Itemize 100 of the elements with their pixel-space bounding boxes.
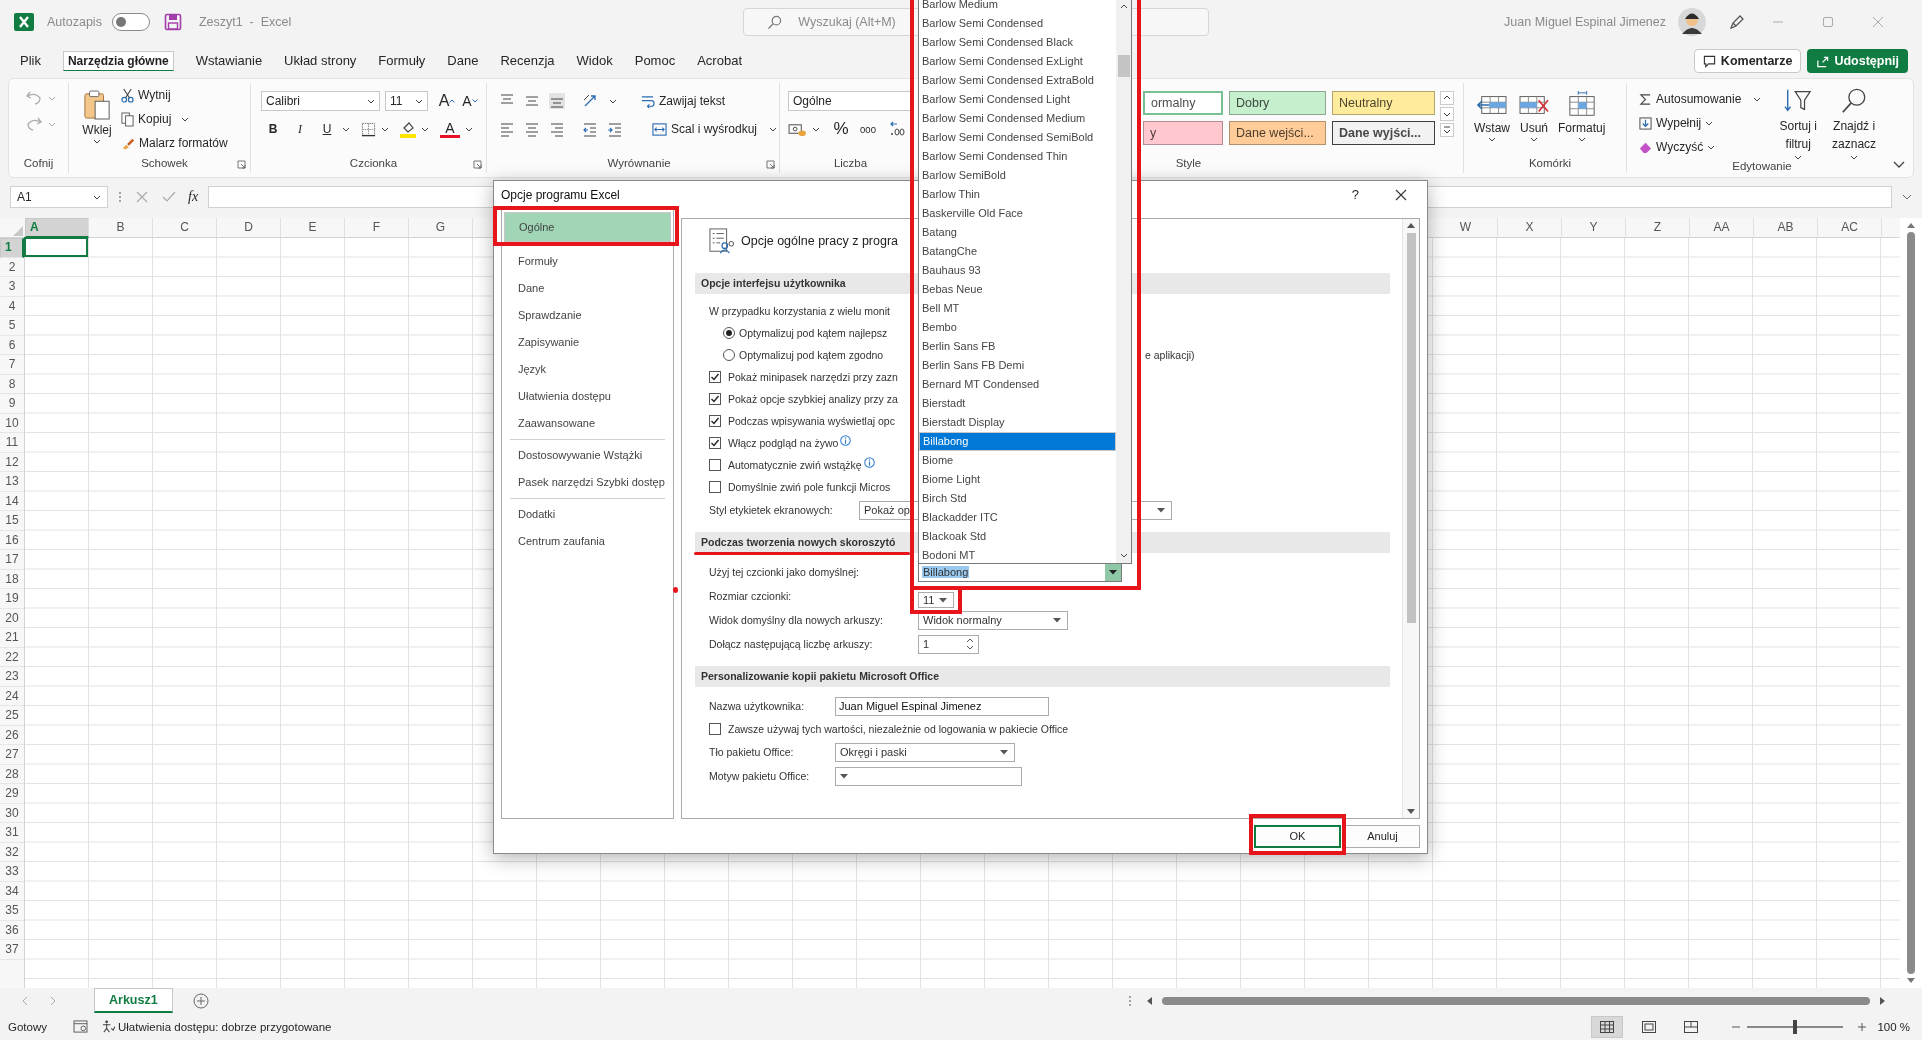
checkbox[interactable] [709,393,721,405]
font-color-button[interactable]: A [440,120,460,138]
font-option[interactable]: Batang [919,223,1116,242]
ribbon-tab[interactable]: Układ strony [284,48,357,74]
find-select-button[interactable]: Znajdź i zaznacz [1829,87,1879,160]
row-header[interactable]: 36 [0,920,24,940]
align-center-icon[interactable] [524,121,540,137]
shrink-font-button[interactable]: A [460,90,480,112]
row-header[interactable]: 7 [0,355,24,375]
font-option[interactable]: Berlin Sans FB Demi [919,356,1116,375]
row-header[interactable]: 34 [0,881,24,901]
format-painter-button[interactable]: Malarz formatów [121,131,228,155]
ribbon-tab[interactable]: Widok [576,48,613,74]
vertical-scrollbar[interactable] [1116,0,1131,563]
wrap-text-button[interactable]: Zawijaj tekst [640,89,726,113]
autosave-toggle[interactable] [111,13,150,31]
active-cell-outline[interactable] [24,237,88,257]
row-header[interactable]: 10 [0,413,24,433]
sort-filter-button[interactable]: Sortuj i filtruj [1773,87,1824,160]
font-option[interactable]: Barlow Semi Condensed [919,14,1116,33]
ribbon-tab[interactable]: Narzędzia główne [62,51,174,71]
font-option[interactable]: Barlow Thin [919,185,1116,204]
font-option[interactable]: Billabong [919,432,1116,451]
category-item[interactable]: Pasek narzędzi Szybki dostęp [504,469,671,496]
row-header[interactable]: 31 [0,823,24,843]
ribbon-tab[interactable]: Acrobat [697,48,742,74]
ok-button[interactable]: OK [1254,824,1341,848]
ribbon-tab[interactable]: Wstawianie [195,48,263,74]
row-header[interactable]: 12 [0,452,24,472]
row-header[interactable]: 4 [0,296,24,316]
row-header[interactable]: 15 [0,511,24,531]
increase-indent-icon[interactable] [607,121,623,137]
font-option[interactable]: Biome [919,451,1116,470]
row-header[interactable]: 20 [0,608,24,628]
close-icon[interactable] [1395,188,1407,201]
collapse-ribbon-icon[interactable] [1893,161,1905,169]
cut-button[interactable]: Wytnij [121,83,228,107]
italic-button[interactable]: I [290,118,310,140]
category-item[interactable]: Formuły [504,248,671,275]
scroll-thumb[interactable] [1406,233,1416,623]
ribbon-tab[interactable]: Formuły [378,48,426,74]
row-header[interactable]: 37 [0,940,24,960]
bold-button[interactable]: B [263,118,283,140]
cell-style-tile[interactable]: Dobry [1229,91,1326,115]
category-item[interactable]: Dodatki [504,501,671,528]
category-item[interactable]: Dostosowywanie Wstążki [504,442,671,469]
share-button[interactable]: Udostępnij [1807,49,1908,73]
column-header[interactable]: F [345,218,409,237]
column-header[interactable]: G [409,218,473,237]
row-header[interactable]: 33 [0,862,24,882]
cancel-button[interactable]: Anuluj [1345,824,1420,848]
row-header[interactable]: 18 [0,569,24,589]
align-right-icon[interactable] [549,121,565,137]
row-header[interactable]: 35 [0,901,24,921]
row-header[interactable]: 5 [0,316,24,336]
checkbox[interactable] [709,371,721,383]
add-sheet-icon[interactable] [192,992,209,1009]
info-icon[interactable] [840,434,852,446]
cell-style-tile[interactable]: Dane wejści... [1229,121,1326,145]
spinner-arrows-icon[interactable] [966,637,974,651]
checkbox[interactable] [709,415,721,427]
avatar-icon[interactable] [1678,8,1706,36]
zoom-thumb[interactable] [1793,1019,1798,1034]
checkbox[interactable] [709,437,721,449]
category-item[interactable]: Zaawansowane [504,410,671,437]
dialog-launcher-icon[interactable] [237,160,246,169]
font-size-select[interactable]: 11 [385,91,428,111]
font-name-select[interactable]: Calibri [261,91,380,111]
column-header[interactable]: AA [1690,218,1754,237]
zoom-level[interactable]: 100 % [1877,1020,1910,1033]
font-option[interactable]: Barlow SemiBold [919,166,1116,185]
row-header[interactable]: 28 [0,764,24,784]
column-header[interactable]: W [1434,218,1498,237]
borders-icon[interactable] [361,121,376,137]
ribbon-tab[interactable]: Recenzja [500,48,555,74]
font-option[interactable]: Blackadder ITC [919,508,1116,527]
column-header[interactable]: AC [1818,218,1882,237]
increase-decimal-icon[interactable] [889,121,905,137]
merge-center-button[interactable]: Scal i wyśrodkuj [652,117,778,141]
row-header[interactable]: 27 [0,745,24,765]
pen-icon[interactable] [1728,13,1746,31]
font-option[interactable]: Baskerville Old Face [919,204,1116,223]
more-icon[interactable] [1440,123,1454,137]
row-header[interactable]: 19 [0,589,24,609]
category-item[interactable]: Zapisywanie [504,329,671,356]
user-name-field[interactable]: Juan Miguel Espinal Jimenez [835,696,1049,716]
row-header[interactable]: 8 [0,374,24,394]
row-header[interactable]: 23 [0,667,24,687]
scroll-thumb[interactable] [1907,232,1915,974]
scroll-up-icon[interactable] [1119,3,1128,9]
underline-button[interactable]: U [317,118,337,140]
clear-button[interactable]: Wyczyść [1639,135,1762,159]
row-header[interactable]: 9 [0,394,24,414]
column-header[interactable]: AB [1754,218,1818,237]
font-option[interactable]: Bierstadt [919,394,1116,413]
checkbox[interactable] [709,723,721,735]
dialog-launcher-icon[interactable] [766,160,775,169]
column-header[interactable]: Y [1562,218,1626,237]
font-option[interactable]: Bembo [919,318,1116,337]
percent-button[interactable]: % [831,118,851,140]
